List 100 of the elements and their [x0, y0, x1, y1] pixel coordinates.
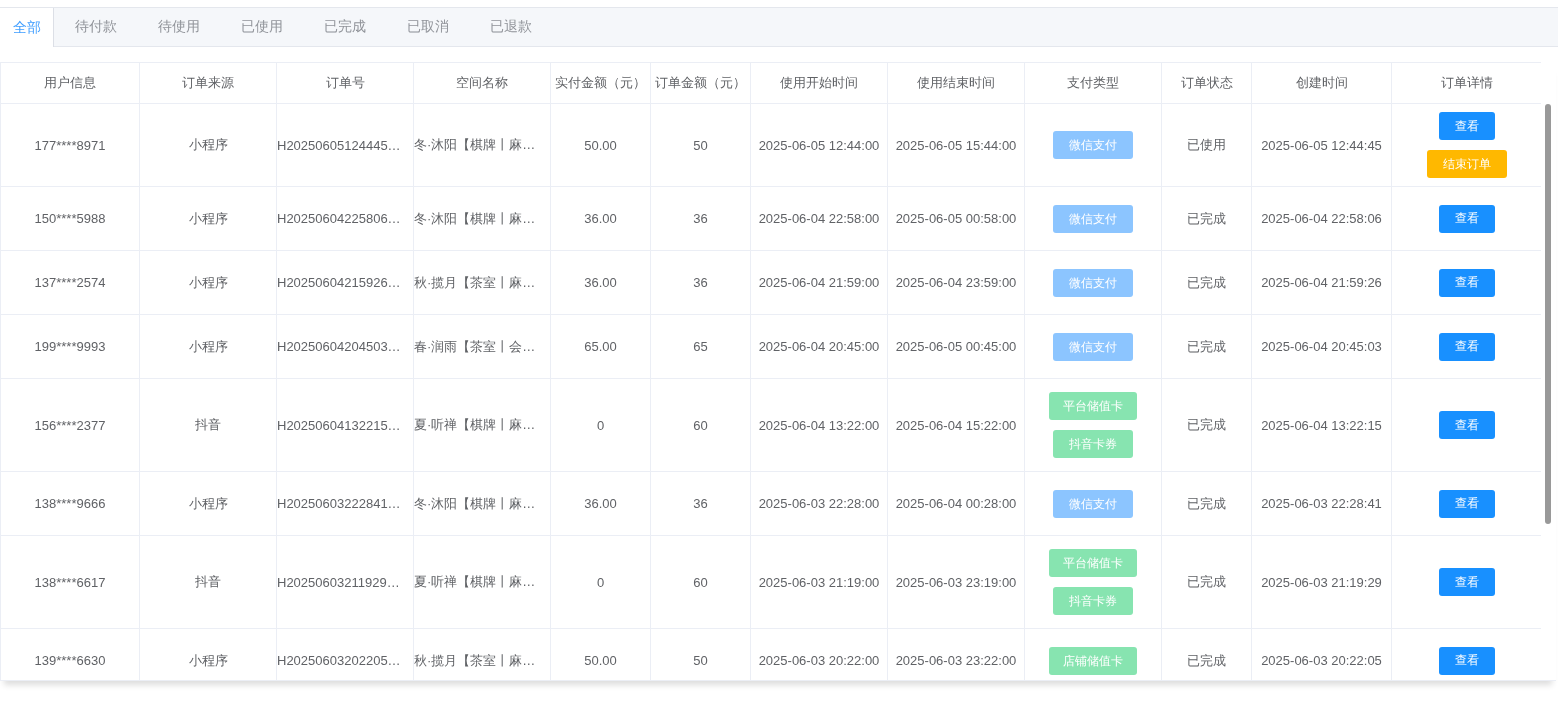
view-button[interactable]: 查看: [1438, 204, 1495, 233]
table-cell: 2025-06-04 23:59:00: [887, 250, 1025, 315]
filter-tab[interactable]: 已使用: [220, 8, 303, 46]
table-cell: H20250603222841…: [276, 471, 414, 536]
table-cell: 已完成: [1161, 378, 1252, 472]
table-cell: 2025-06-03 23:19:00: [887, 535, 1025, 629]
table-cell: 138****6617: [0, 535, 140, 629]
table-cell: 2025-06-05 15:44:00: [887, 103, 1025, 187]
table-cell: 60: [650, 535, 751, 629]
table-cell: 抖音: [139, 378, 277, 472]
view-button[interactable]: 查看: [1438, 332, 1495, 361]
table-cell: 冬·沐阳【棋牌丨麻…: [413, 103, 551, 187]
table-cell: 已完成: [1161, 186, 1252, 251]
table-cell: 2025-06-04 22:58:06: [1251, 186, 1392, 251]
payment-tag: 平台储值卡: [1049, 392, 1137, 420]
filter-tab[interactable]: 全部: [0, 8, 54, 47]
table-cell: 177****8971: [0, 103, 140, 187]
table-cell: 36.00: [550, 186, 651, 251]
filter-tab[interactable]: 已取消: [386, 8, 469, 46]
payment-tag: 微信支付: [1053, 131, 1133, 159]
table-cell: 小程序: [139, 186, 277, 251]
column-header: 订单状态: [1161, 62, 1252, 104]
view-button[interactable]: 查看: [1438, 411, 1495, 439]
view-button[interactable]: 查看: [1438, 646, 1495, 675]
table-cell: 137****2574: [0, 250, 140, 315]
column-header: 订单金额（元）: [650, 62, 751, 104]
scrollbar[interactable]: [1545, 104, 1551, 524]
table-cell: 冬·沐阳【棋牌丨麻…: [413, 471, 551, 536]
table-cell: 199****9993: [0, 314, 140, 379]
table-cell: 2025-06-04 13:22:15: [1251, 378, 1392, 472]
table-cell: 2025-06-04 13:22:00: [750, 378, 888, 472]
table-cell: 50: [650, 103, 751, 187]
table-cell: 2025-06-05 00:45:00: [887, 314, 1025, 379]
table-cell: 139****6630: [0, 628, 140, 680]
view-button[interactable]: 查看: [1438, 489, 1495, 518]
table-cell: 已使用: [1161, 103, 1252, 187]
filter-tab[interactable]: 待使用: [137, 8, 220, 46]
filter-tab[interactable]: 已完成: [303, 8, 386, 46]
table-cell: 65.00: [550, 314, 651, 379]
table-cell: 小程序: [139, 314, 277, 379]
table-cell: 36: [650, 471, 751, 536]
view-button[interactable]: 查看: [1438, 568, 1495, 596]
table-cell: 2025-06-04 20:45:03: [1251, 314, 1392, 379]
table-cell: 2025-06-05 00:58:00: [887, 186, 1025, 251]
view-button[interactable]: 查看: [1438, 112, 1495, 140]
filter-tab[interactable]: 已退款: [469, 8, 552, 46]
table-cell: 2025-06-04 22:58:00: [750, 186, 888, 251]
table-cell: 冬·沐阳【棋牌丨麻…: [413, 186, 551, 251]
filter-tab[interactable]: 待付款: [54, 8, 137, 46]
table-cell: 已完成: [1161, 250, 1252, 315]
table-cell: 50.00: [550, 103, 651, 187]
table-cell: H20250605124445…: [276, 103, 414, 187]
table-cell: 2025-06-03 22:28:41: [1251, 471, 1392, 536]
table-cell: 36.00: [550, 471, 651, 536]
table-cell: 小程序: [139, 471, 277, 536]
view-button[interactable]: 查看: [1438, 268, 1495, 297]
table-cell: 已完成: [1161, 314, 1252, 379]
payment-tag: 微信支付: [1053, 489, 1133, 518]
column-header: 使用开始时间: [750, 62, 888, 104]
column-header: 空间名称: [413, 62, 551, 104]
table-cell: H20250603211929…: [276, 535, 414, 629]
payment-tag: 微信支付: [1053, 332, 1133, 361]
payment-tag: 抖音卡券: [1053, 587, 1133, 615]
table-cell: H20250604215926…: [276, 250, 414, 315]
column-header: 创建时间: [1251, 62, 1392, 104]
column-header: 使用结束时间: [887, 62, 1025, 104]
end-order-button[interactable]: 结束订单: [1426, 150, 1507, 178]
table-cell: 2025-06-04 21:59:00: [750, 250, 888, 315]
column-header: 订单来源: [139, 62, 277, 104]
table-cell: 65: [650, 314, 751, 379]
table-cell: 已完成: [1161, 535, 1252, 629]
table-cell: 2025-06-03 21:19:29: [1251, 535, 1392, 629]
table-cell: 0: [550, 378, 651, 472]
table-cell: 150****5988: [0, 186, 140, 251]
payment-tag: 微信支付: [1053, 268, 1133, 297]
column-header: 用户信息: [0, 62, 140, 104]
table-cell: H20250603202205…: [276, 628, 414, 680]
table-cell: 小程序: [139, 250, 277, 315]
table-cell: 60: [650, 378, 751, 472]
table-cell: 2025-06-03 22:28:00: [750, 471, 888, 536]
table-cell: 2025-06-03 21:19:00: [750, 535, 888, 629]
column-header: 订单号: [276, 62, 414, 104]
column-header: 实付金额（元）: [550, 62, 651, 104]
table-cell: 36.00: [550, 250, 651, 315]
table-cell: 夏·听禅【棋牌丨麻…: [413, 535, 551, 629]
table-cell: 0: [550, 535, 651, 629]
payment-tag: 抖音卡券: [1053, 430, 1133, 458]
table-cell: 2025-06-04 00:28:00: [887, 471, 1025, 536]
table-cell: 小程序: [139, 103, 277, 187]
table-cell: 秋·揽月【茶室丨麻…: [413, 628, 551, 680]
table-cell: 138****9666: [0, 471, 140, 536]
table-cell: H20250604204503…: [276, 314, 414, 379]
table-cell: 已完成: [1161, 471, 1252, 536]
table-cell: H20250604132215…: [276, 378, 414, 472]
payment-tag: 店铺储值卡: [1049, 646, 1137, 675]
table-cell: 2025-06-05 12:44:45: [1251, 103, 1392, 187]
table-cell: 36: [650, 186, 751, 251]
table-cell: 2025-06-04 21:59:26: [1251, 250, 1392, 315]
table-cell: 156****2377: [0, 378, 140, 472]
table-cell: 秋·揽月【茶室丨麻…: [413, 250, 551, 315]
